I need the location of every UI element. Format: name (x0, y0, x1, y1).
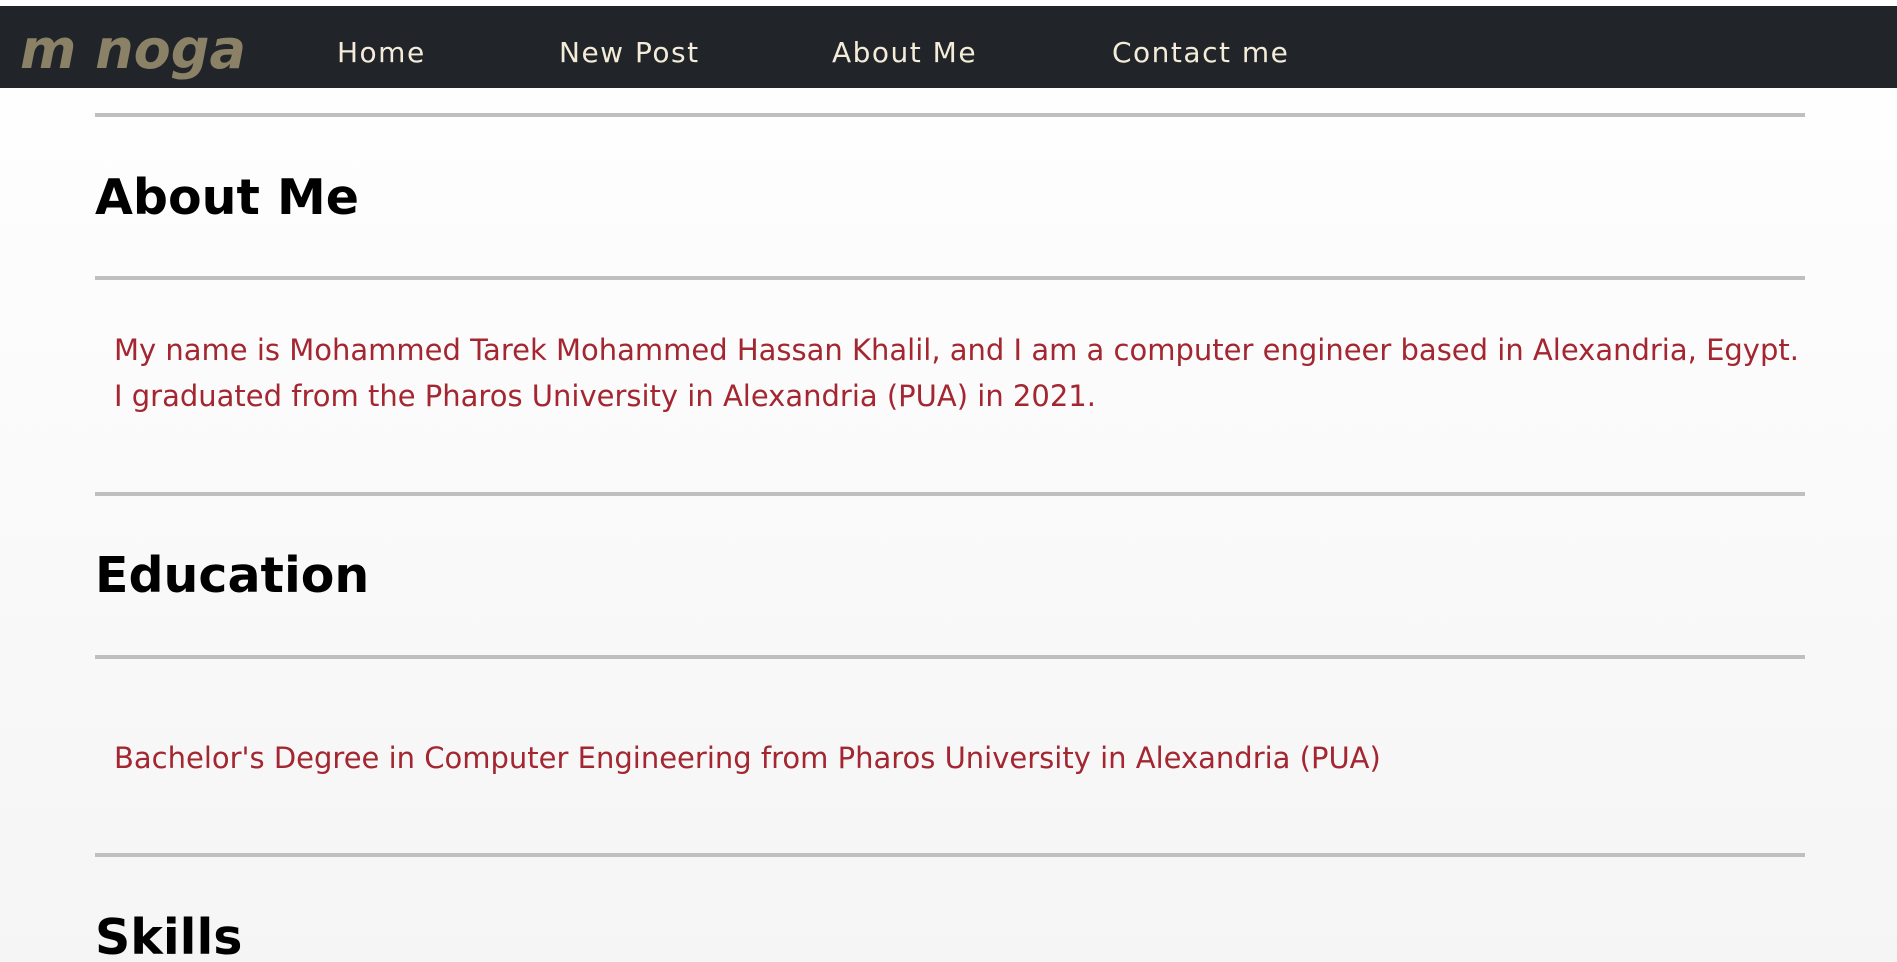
brand-logo-text: m noga (20, 20, 246, 80)
divider (95, 853, 1805, 857)
about-me-heading: About Me (95, 169, 360, 226)
nav-new-post-link[interactable]: New Post (559, 36, 700, 70)
nav-contact-me-link[interactable]: Contact me (1112, 36, 1289, 70)
divider (95, 276, 1805, 280)
education-heading: Education (95, 547, 370, 604)
divider (95, 492, 1805, 496)
nav-about-me-link[interactable]: About Me (832, 36, 977, 70)
divider (95, 655, 1805, 659)
about-me-text-line-2: I graduated from the Pharos University i… (114, 379, 1096, 413)
skills-heading: Skills (95, 909, 243, 962)
divider (95, 113, 1805, 117)
education-text: Bachelor's Degree in Computer Engineerin… (114, 741, 1381, 775)
about-me-text-line-1: My name is Mohammed Tarek Mohammed Hassa… (114, 333, 1799, 367)
top-navbar: m noga Home New Post About Me Contact me (0, 6, 1897, 88)
brand-logo[interactable]: m noga (18, 20, 250, 80)
nav-home-link[interactable]: Home (337, 36, 426, 70)
